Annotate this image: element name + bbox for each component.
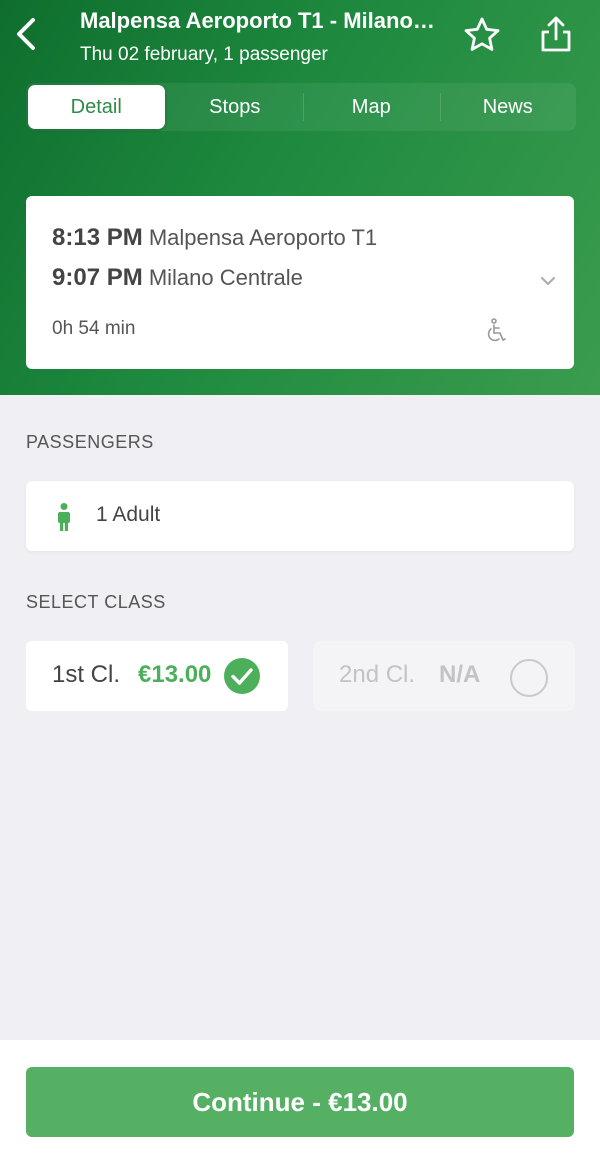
departure-station: Malpensa Aeroporto T1 <box>148 225 378 250</box>
person-icon <box>58 503 70 531</box>
wheelchair-icon <box>487 318 506 342</box>
continue-button[interactable]: Continue - €13.00 <box>26 1067 574 1137</box>
arrival-station: Milano Centrale <box>148 265 303 290</box>
class-name: 1st Cl. <box>52 661 121 688</box>
page-title: Malpensa Aeroporto T1 - Milano Centrale <box>80 8 440 33</box>
arrival-time: 9:07 PM <box>52 264 143 291</box>
share-icon <box>541 16 571 52</box>
class-name: 2nd Cl. <box>339 661 416 688</box>
departure-time: 8:13 PM <box>52 224 143 251</box>
passengers-section-label: PASSENGERS <box>26 432 154 452</box>
passengers-value: 1 Adult <box>96 503 161 526</box>
chevron-left-icon <box>17 18 35 50</box>
tab-news[interactable]: News <box>439 83 577 131</box>
class-option-second[interactable]: 2nd Cl. N/A <box>313 641 575 711</box>
star-icon <box>464 17 500 51</box>
arrival-row: 9:07 PM Milano Centrale <box>52 264 303 292</box>
checkmark-circle-icon <box>224 658 260 694</box>
passengers-selector[interactable]: 1 Adult <box>26 481 574 551</box>
class-section-label: SELECT CLASS <box>26 592 166 612</box>
trip-summary-card[interactable]: 8:13 PM Malpensa Aeroporto T1 9:07 PM Mi… <box>26 196 574 369</box>
class-option-first[interactable]: 1st Cl. €13.00 <box>26 641 288 711</box>
back-button[interactable] <box>6 12 46 56</box>
tab-detail[interactable]: Detail <box>28 85 165 129</box>
chevron-down-icon[interactable] <box>538 271 558 291</box>
tab-map[interactable]: Map <box>303 83 440 131</box>
tab-bar: Detail Stops Map News <box>26 83 576 131</box>
share-button[interactable] <box>534 12 578 56</box>
departure-row: 8:13 PM Malpensa Aeroporto T1 <box>52 224 377 252</box>
class-price: €13.00 <box>138 661 212 688</box>
bottom-bar: Continue - €13.00 <box>0 1040 600 1155</box>
trip-duration: 0h 54 min <box>52 318 136 339</box>
radio-unselected-icon <box>510 659 548 697</box>
tab-stops[interactable]: Stops <box>167 83 304 131</box>
class-price: N/A <box>439 661 481 688</box>
favorite-button[interactable] <box>460 12 504 56</box>
page-subtitle: Thu 02 february, 1 passenger <box>80 44 328 65</box>
